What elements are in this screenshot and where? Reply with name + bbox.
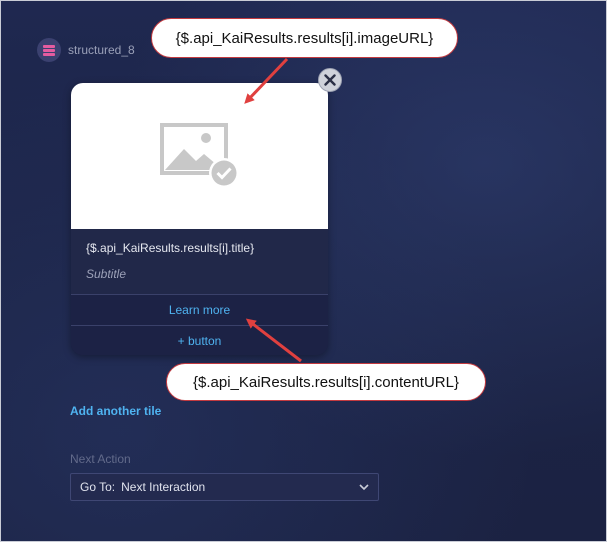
tile-body: {$.api_KaiResults.results[i].title} Subt… xyxy=(71,229,328,294)
structure-header: structured_8 xyxy=(37,38,135,62)
tile-title[interactable]: {$.api_KaiResults.results[i].title} xyxy=(86,241,328,255)
next-action-select[interactable]: Go To: Next Interaction xyxy=(70,473,379,501)
select-value: Next Interaction xyxy=(121,480,206,494)
tile-card[interactable]: {$.api_KaiResults.results[i].title} Subt… xyxy=(71,83,328,355)
close-icon[interactable] xyxy=(318,68,342,92)
structure-name: structured_8 xyxy=(68,43,135,57)
add-button[interactable]: + button xyxy=(71,325,328,355)
image-url-callout: {$.api_KaiResults.results[i].imageURL} xyxy=(151,18,458,58)
content-url-callout: {$.api_KaiResults.results[i].contentURL} xyxy=(166,363,486,401)
learn-more-button[interactable]: Learn more xyxy=(71,294,328,325)
chevron-down-icon xyxy=(359,484,369,491)
image-placeholder-icon xyxy=(160,123,239,188)
tile-subtitle[interactable]: Subtitle xyxy=(86,267,328,281)
tile-image[interactable] xyxy=(71,83,328,229)
stack-icon xyxy=(37,38,61,62)
add-another-tile-link[interactable]: Add another tile xyxy=(70,404,161,418)
next-action-label: Next Action xyxy=(70,452,131,466)
canvas: structured_8 {$.api_KaiResults.results[i… xyxy=(0,0,607,542)
select-prefix: Go To: xyxy=(80,480,116,494)
